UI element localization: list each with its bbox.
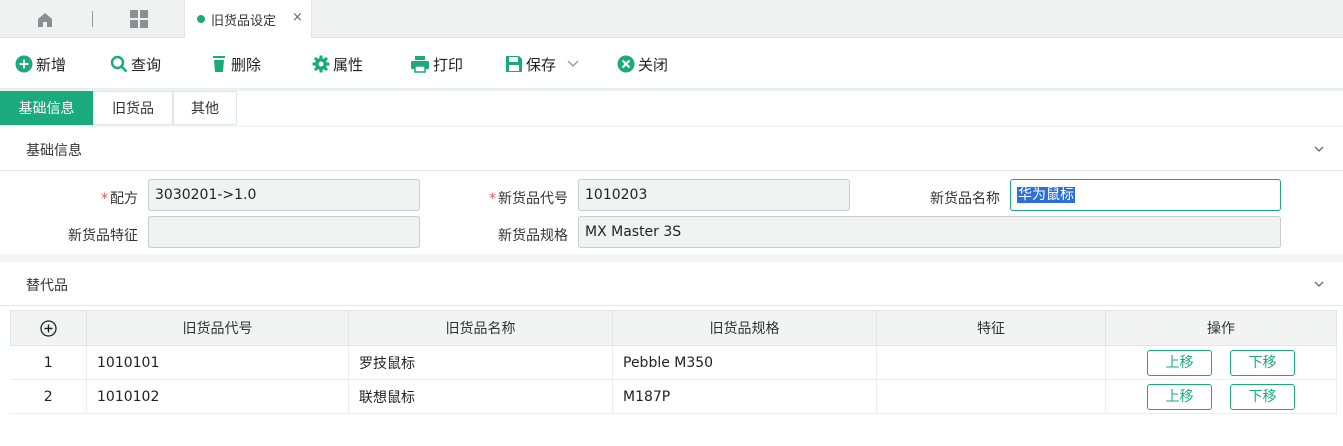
new-feature-label: 新货品特征 — [68, 228, 138, 244]
properties-label: 属性 — [333, 55, 364, 74]
new-name-label: 新货品名称 — [930, 191, 1000, 207]
delete-label: 删除 — [231, 55, 262, 74]
required-mark: * — [489, 191, 496, 207]
tab-basic-info[interactable]: 基础信息 — [0, 91, 93, 125]
replacement-section-header[interactable]: 替代品 — [0, 262, 1343, 306]
replacement-table: 旧货品代号 旧货品名称 旧货品规格 特征 操作 1 1010101 罗技鼠标 P… — [10, 310, 1337, 414]
recipe-field[interactable]: 3030201->1.0 — [148, 179, 420, 211]
print-label: 打印 — [433, 55, 464, 74]
search-icon — [110, 55, 128, 73]
close-button[interactable]: 关闭 — [617, 53, 668, 75]
trash-icon — [213, 56, 225, 72]
column-header[interactable]: 旧货品名称 — [348, 310, 613, 346]
move-down-button[interactable]: 下移 — [1230, 349, 1295, 376]
old-goods-spec-cell[interactable]: M187P — [612, 379, 877, 414]
delete-button[interactable]: 删除 — [210, 53, 261, 75]
move-up-button[interactable]: 上移 — [1147, 383, 1212, 410]
old-goods-name-cell[interactable]: 罗技鼠标 — [348, 345, 613, 380]
home-icon[interactable] — [36, 11, 54, 29]
table-header-row: 旧货品代号 旧货品名称 旧货品规格 特征 操作 — [10, 310, 1337, 346]
column-header[interactable]: 旧货品规格 — [612, 310, 877, 346]
row-index: 1 — [10, 345, 87, 380]
move-down-button[interactable]: 下移 — [1230, 383, 1295, 410]
actions-cell: 上移 下移 — [1105, 379, 1337, 414]
required-mark: * — [101, 191, 108, 207]
floppy-disk-icon — [506, 56, 522, 72]
chevron-down-icon[interactable] — [1313, 278, 1325, 290]
old-goods-code-cell[interactable]: 1010102 — [86, 379, 349, 414]
old-goods-code-cell[interactable]: 1010101 — [86, 345, 349, 380]
query-label: 查询 — [131, 55, 162, 74]
print-button[interactable]: 打印 — [410, 53, 463, 75]
new-spec-label: 新货品规格 — [498, 228, 568, 244]
tab-separator — [92, 11, 93, 27]
new-name-field[interactable]: 华为鼠标 — [1010, 179, 1281, 211]
new-label: 新增 — [36, 55, 67, 74]
close-label: 关闭 — [638, 55, 669, 74]
properties-button[interactable]: 属性 — [312, 53, 363, 75]
plus-circle-icon — [40, 319, 57, 337]
row-index: 2 — [10, 379, 87, 414]
feature-cell[interactable] — [876, 345, 1106, 380]
tab-bar: 旧货品设定 × — [0, 0, 1343, 38]
section-tabs: 基础信息 旧货品 其他 — [0, 91, 1343, 125]
table-row[interactable]: 2 1010102 联想鼠标 M187P 上移 下移 — [10, 379, 1337, 414]
tab-other[interactable]: 其他 — [173, 91, 237, 125]
tab-old-goods[interactable]: 旧货品 — [93, 91, 173, 125]
section-title: 基础信息 — [26, 143, 82, 159]
query-button[interactable]: 查询 — [110, 53, 161, 75]
grid-icon[interactable] — [130, 10, 148, 28]
column-header[interactable]: 特征 — [876, 310, 1106, 346]
new-feature-field[interactable] — [148, 216, 420, 248]
section-title: 替代品 — [26, 278, 68, 294]
band — [0, 254, 1343, 262]
actions-cell: 上移 下移 — [1105, 345, 1337, 380]
new-spec-field[interactable]: MX Master 3S — [578, 216, 1281, 248]
close-circle-icon — [617, 55, 635, 73]
new-code-label: * 新货品代号 — [489, 191, 568, 207]
page-tab-old-goods-setting[interactable]: 旧货品设定 × — [184, 0, 312, 38]
move-up-button[interactable]: 上移 — [1147, 349, 1212, 376]
active-dot-icon — [197, 15, 205, 23]
old-goods-spec-cell[interactable]: Pebble M350 — [612, 345, 877, 380]
basic-info-form: * 配方 3030201->1.0 * 新货品代号 1010203 新货品名称 华为… — [0, 171, 1343, 254]
table-row[interactable]: 1 1010101 罗技鼠标 Pebble M350 上移 下移 — [10, 345, 1337, 380]
printer-icon — [411, 56, 429, 73]
toolbar: 新增 查询 删除 属性 打印 保存 关闭 — [0, 38, 1343, 90]
recipe-label: * 配方 — [101, 191, 138, 207]
save-label: 保存 — [526, 55, 557, 74]
new-button[interactable]: 新增 — [15, 53, 66, 75]
old-goods-name-cell[interactable]: 联想鼠标 — [348, 379, 613, 414]
column-header[interactable]: 旧货品代号 — [86, 310, 349, 346]
chevron-down-icon[interactable] — [566, 59, 580, 69]
add-row-button[interactable] — [10, 310, 87, 346]
save-button[interactable]: 保存 — [505, 53, 583, 75]
feature-cell[interactable] — [876, 379, 1106, 414]
selected-text: 华为鼠标 — [1017, 187, 1075, 203]
new-code-field[interactable]: 1010203 — [578, 179, 850, 211]
basic-info-section-header[interactable]: 基础信息 — [0, 127, 1343, 171]
gear-icon — [312, 55, 330, 73]
plus-circle-icon — [15, 55, 33, 73]
column-header: 操作 — [1105, 310, 1337, 346]
chevron-down-icon[interactable] — [1313, 143, 1325, 155]
page-tab-label: 旧货品设定 — [211, 14, 277, 29]
close-tab-icon[interactable]: × — [292, 10, 303, 25]
